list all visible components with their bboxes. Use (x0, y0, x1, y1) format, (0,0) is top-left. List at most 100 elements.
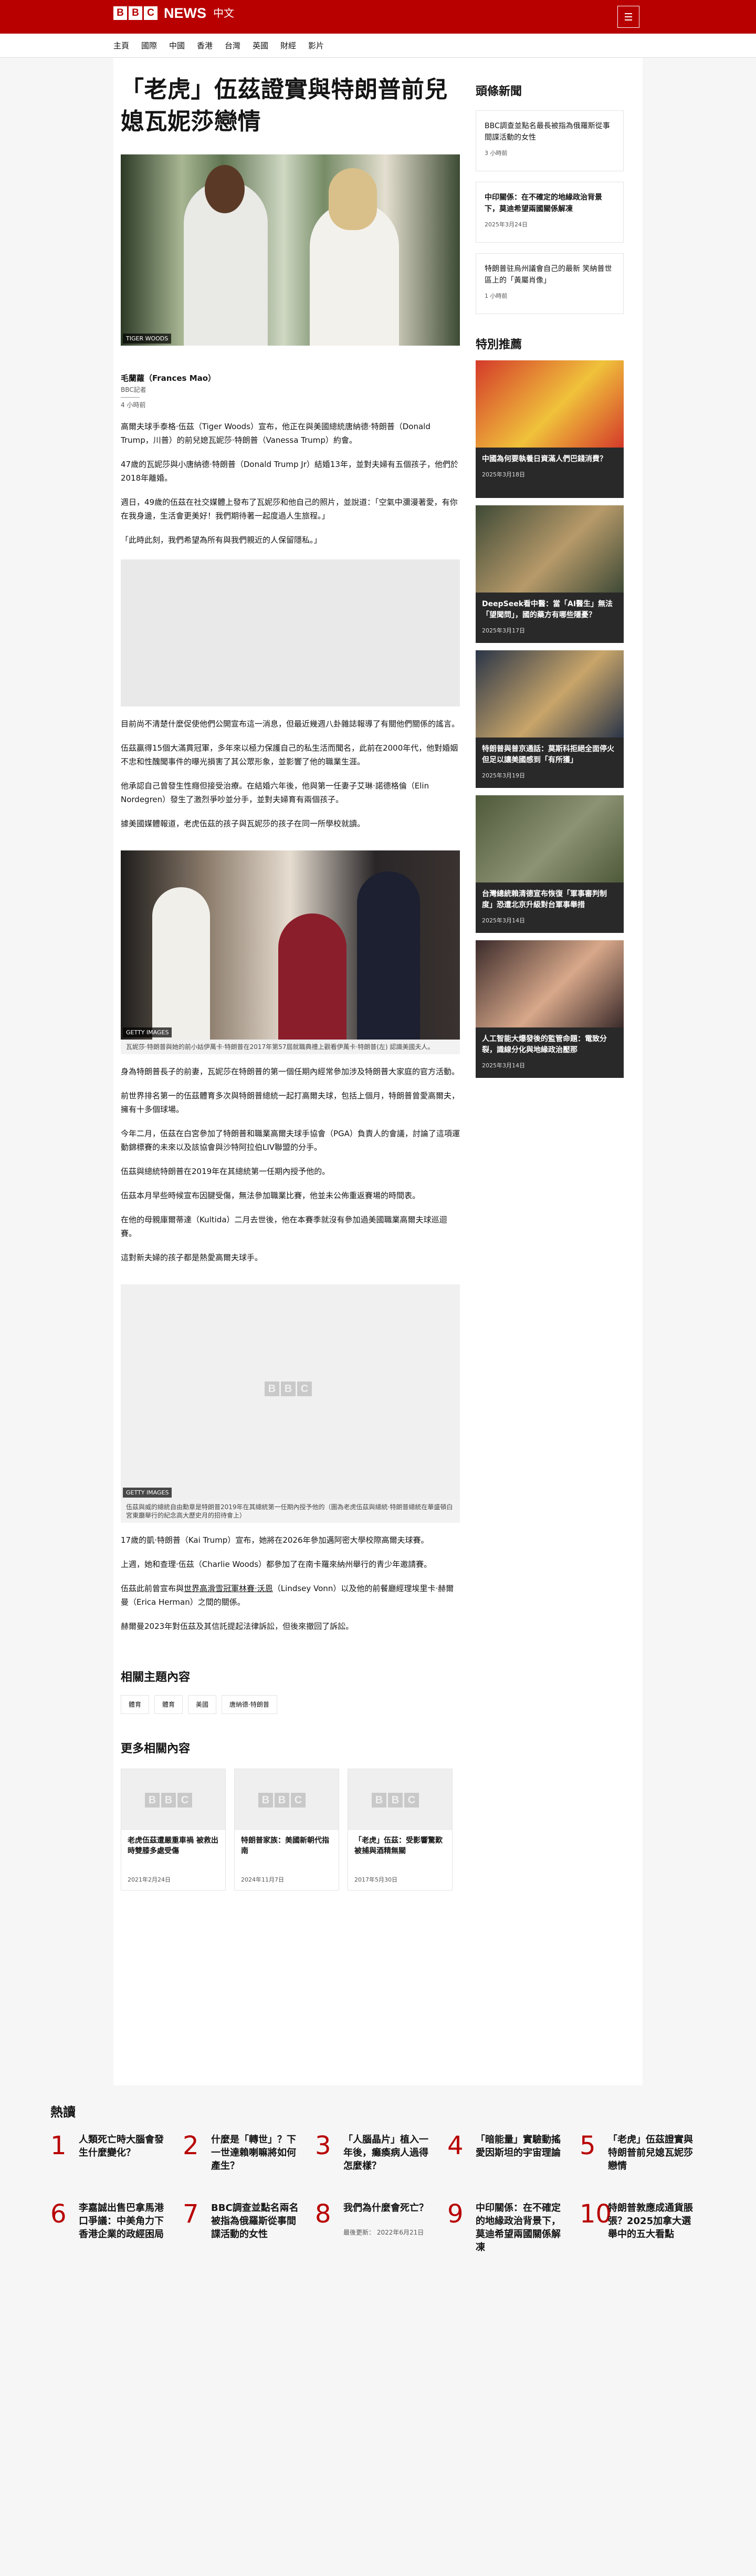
most-read: 熱讀 1 人類死亡時大腦會發生什麼變化？ 2 什麼是「轉世」？下一世達賴喇嘛將如何產生… (50, 2104, 707, 2267)
top-story[interactable]: BBC調查並點名最長被指為俄羅斯從事間諜活動的女性 3 小時前 (476, 110, 624, 171)
most-read-item[interactable]: 9 中印關係：在不確定的地緣政治背景下，莫迪希望兩國關係解凍 (447, 2198, 573, 2261)
paragraph: 他承認自己曾發生性癮但接受治療。在結婚六年後，他與第一任妻子艾琳·諾德格倫（El… (121, 781, 429, 804)
most-read-title: 「暗能量」實驗動搖愛因斯坦的宇宙理論 (476, 2134, 561, 2158)
author-name: 毛蘭蘿（Frances Mao） (121, 373, 216, 383)
paragraph: 47歲的瓦妮莎與小唐納德·特朗普（Donald Trump Jr）結婚13年，並… (121, 460, 458, 483)
related-card[interactable]: BBC 特朗普家族：美國新朝代指南 2024年11月7日 (234, 1769, 339, 1891)
most-read-title: 「人腦晶片」植入一年後，癱瘓病人過得怎麼樣？ (343, 2134, 428, 2172)
most-read-item[interactable]: 5 「老虎」伍茲證實與特朗普前兒媳瓦妮莎戀情 (580, 2130, 706, 2193)
paragraph: 這對新夫婦的孩子都是熱愛高爾夫球手。 (121, 1253, 263, 1262)
image-credit: GETTY IMAGES (123, 1488, 172, 1498)
nav-item-uk[interactable]: 英國 (253, 41, 268, 50)
story-date: 3 小時前 (485, 150, 508, 157)
story-date: 2025年3月24日 (485, 221, 528, 228)
featured-card[interactable]: DeepSeek看中醫：當「AI醫生」無法「望聞問」，國的藥方有哪些隱憂？ 202… (476, 505, 624, 643)
featured-date: 2025年3月14日 (482, 917, 525, 924)
story-date: 1 小時前 (485, 293, 508, 299)
featured-card[interactable]: 特朗普與普京通話：莫斯科拒絕全面停火 但足以讓美國感到「有所獲」 2025年3月1… (476, 650, 624, 788)
paragraph: 伍茲與總統特朗普在2019年在其總統第一任期內授予他的。 (121, 1167, 330, 1176)
top-nav: 主頁 國際 中國 香港 台灣 英國 財經 影片 (0, 34, 756, 58)
most-read-item[interactable]: 7 BBC調查並點名兩名被指為俄羅斯從事間諜活動的女性 (183, 2198, 309, 2261)
related-card[interactable]: BBC 「老虎」伍茲：受影響驚歎被捕與酒精無關 2017年5月30日 (348, 1769, 453, 1891)
paragraph: 「此時此刻，我們希望為所有與我們親近的人保留隱私。」 (121, 535, 322, 545)
most-read-item[interactable]: 8 我們為什麼會死亡？ 最後更新： 2022年6月21日 (315, 2198, 441, 2261)
paragraph: 伍茲此前曾宣布與世界高滑雪冠軍林賽·沃恩（Lindsey Vonn）以及他的前餐… (121, 1584, 454, 1607)
most-read-heading: 熱讀 (50, 2105, 76, 2120)
paragraph: 17歲的凱·特朗普（Kai Trump）宣布，她將在2026年參加邁阿密大學校際… (121, 1535, 429, 1545)
featured-title: 特朗普與普京通話：莫斯科拒絕全面停火 但足以讓美國感到「有所獲」 (482, 745, 614, 764)
most-read-title: BBC調查並點名兩名被指為俄羅斯從事間諜活動的女性 (211, 2203, 299, 2240)
topic-chip[interactable]: 體育 (121, 1695, 150, 1714)
card-image: BBC (235, 1769, 339, 1830)
most-read-item[interactable]: 2 什麼是「轉世」？下一世達賴喇嘛將如何產生？ (183, 2130, 309, 2193)
site-header: B B C NEWS 中文 (0, 0, 756, 34)
story-title: 中印關係：在不確定的地緣政治背景下，莫迪希望兩國關係解凍 (485, 193, 602, 213)
topic-chip[interactable]: 美國 (188, 1695, 217, 1714)
bbc-news-logo[interactable]: B B C NEWS 中文 (113, 6, 234, 20)
card-image: BBC (121, 1769, 225, 1830)
rank-number: 1 (50, 2131, 67, 2160)
featured-date: 2025年3月18日 (482, 471, 525, 478)
rank-number: 3 (315, 2131, 331, 2160)
most-read-item[interactable]: 3 「人腦晶片」植入一年後，癱瘓病人過得怎麼樣？ (315, 2130, 441, 2193)
nav-item-home[interactable]: 主頁 (113, 41, 129, 50)
most-read-date: 最後更新： 2022年6月21日 (343, 2229, 424, 2236)
rank-number: 9 (447, 2199, 464, 2229)
nav-item-hongkong[interactable]: 香港 (197, 41, 213, 50)
image-credit: GETTY IMAGES (123, 1027, 172, 1037)
top-stories-heading: 頭條新聞 (476, 85, 522, 98)
most-read-grid: 1 人類死亡時大腦會發生什麼變化？ 2 什麼是「轉世」？下一世達賴喇嘛將如何產生？ 3 「… (50, 2130, 707, 2267)
featured-title: 台灣總統賴清德宣布恢復「軍事審判制度」恐遭北京升級對台軍事舉措 (482, 890, 607, 909)
most-read-item[interactable]: 4 「暗能量」實驗動搖愛因斯坦的宇宙理論 (447, 2130, 573, 2193)
rank-number: 4 (447, 2131, 464, 2160)
paragraph: 今年二月，伍茲在白宮參加了特朗普和職業高爾夫球手協會（PGA）負責人的會議，討論… (121, 1129, 460, 1152)
paragraph: 上週，她和查理·伍茲（Charlie Woods）都參加了在南卡羅來納州舉行的青… (121, 1560, 432, 1569)
logo-news: NEWS (164, 5, 206, 21)
top-story[interactable]: 中印關係：在不確定的地緣政治背景下，莫迪希望兩國關係解凍 2025年3月24日 (476, 182, 624, 243)
more-content-heading: 更多相關內容 (121, 1742, 191, 1756)
paragraph: 伍茲贏得15個大滿貫冠軍，多年來以極力保護自己的私生活而聞名，此前在2000年代… (121, 743, 458, 766)
most-read-item[interactable]: 1 人類死亡時大腦會發生什麼變化？ (50, 2130, 176, 2193)
bbc-placeholder-logo: BBC (145, 1793, 192, 1808)
paragraph: 據美國媒體報道，老虎伍茲的孩子與瓦妮莎的孩子在同一所學校就讀。 (121, 819, 365, 828)
image-credit: TIGER WOODS (123, 334, 172, 344)
featured-image (476, 360, 624, 448)
featured-list: 中國為何要執養日資滿人們巴錢消費？ 2025年3月18日 DeepSeek看中醫：當… (476, 360, 624, 1078)
featured-date: 2025年3月14日 (482, 1062, 525, 1069)
rank-number: 7 (183, 2199, 199, 2229)
featured-image (476, 795, 624, 882)
nav-item-world[interactable]: 國際 (141, 41, 157, 50)
featured-image (476, 505, 624, 593)
top-story[interactable]: 特朗普驻烏州議會自己的最新 笑納普世區上的「黃屬肖像」 1 小時前 (476, 253, 624, 314)
featured-card[interactable]: 中國為何要執養日資滿人們巴錢消費？ 2025年3月18日 (476, 360, 624, 498)
featured-card[interactable]: 人工智能大爆發後的監管命題：電致分裂，識線分化與地緣政治壓那 2025年3月14日 (476, 940, 624, 1078)
related-card[interactable]: BBC 老虎伍茲遭嚴重車禍 被救出時雙膝多處受傷 2021年2月24日 (121, 1769, 226, 1891)
nav-item-taiwan[interactable]: 台灣 (225, 41, 240, 50)
inline-link[interactable]: 世界高滑雪冠軍林賽·沃恩 (184, 1584, 273, 1593)
hamburger-icon (625, 16, 632, 17)
paragraph: 週日，49歲的伍茲在社交媒體上發布了瓦妮莎和他自己的照片，並說道：「空氣中瀰漫著… (121, 497, 458, 521)
menu-button[interactable] (617, 6, 639, 28)
featured-card[interactable]: 台灣總統賴清德宣布恢復「軍事審判制度」恐遭北京升級對台軍事舉措 2025年3月14… (476, 795, 624, 933)
most-read-item[interactable]: 10 特朗普敦應成通貨脹張？2025加拿大選舉中的五大看點 (580, 2198, 706, 2261)
paragraph: 前世界排名第一的伍茲體育多次與特朗普總統一起打高爾夫球，包括上個月，特朗普曾愛高… (121, 1091, 460, 1114)
paragraph: 目前尚不清楚什麼促使他們公開宣布這一消息，但最近幾週八卦雜誌報導了有關他們關係的… (121, 719, 460, 729)
topic-chips: 體育 體育 美國 唐納德·特朗普 (121, 1695, 460, 1714)
bbc-placeholder-logo: BBC (372, 1793, 419, 1808)
card-date: 2024年11月7日 (241, 1876, 284, 1883)
rank-number: 2 (183, 2131, 199, 2160)
nav-item-china[interactable]: 中國 (169, 41, 185, 50)
article-image: GETTY IMAGES (121, 850, 460, 1040)
topic-chip[interactable]: 唐納德·特朗普 (222, 1695, 277, 1714)
story-title: BBC調查並點名最長被指為俄羅斯從事間諜活動的女性 (485, 122, 610, 142)
nav-item-business[interactable]: 財經 (280, 41, 296, 50)
most-read-item[interactable]: 6 李嘉誠出售巴拿馬港口爭議：中美角力下香港企業的政經困局 (50, 2198, 176, 2261)
featured-heading: 特別推薦 (476, 338, 522, 351)
card-title: 老虎伍茲遭嚴重車禍 被救出時雙膝多處受傷 (128, 1836, 218, 1855)
topic-chip[interactable]: 體育 (154, 1695, 183, 1714)
paragraph: 身為特朗普長子的前妻，瓦妮莎在特朗普的第一個任期內經常參加涉及特朗普大家庭的官方… (121, 1067, 460, 1076)
nav-item-video[interactable]: 影片 (308, 41, 324, 50)
most-read-title: 我們為什麼會死亡？ (343, 2203, 428, 2214)
featured-image (476, 940, 624, 1027)
featured-image (476, 650, 624, 738)
